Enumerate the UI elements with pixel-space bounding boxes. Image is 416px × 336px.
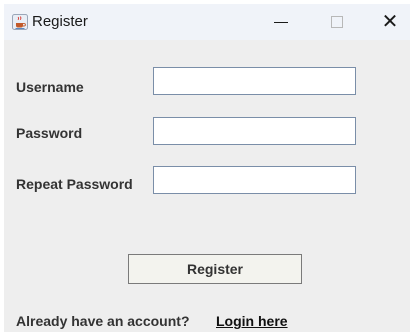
username-field[interactable] (153, 67, 356, 95)
java-coffee-cup-icon (12, 14, 28, 30)
password-label: Password (16, 125, 83, 141)
minimize-icon (274, 21, 288, 23)
minimize-button[interactable] (261, 4, 301, 40)
close-button[interactable]: ✕ (370, 4, 410, 40)
repeat-password-field[interactable] (153, 166, 356, 194)
login-link[interactable]: Login here (216, 313, 288, 329)
username-label: Username (16, 79, 84, 95)
window-title: Register (32, 13, 88, 30)
maximize-icon (331, 16, 343, 28)
register-button[interactable]: Register (128, 254, 302, 284)
register-window: Register ✕ Username Password Repeat Pass… (4, 4, 410, 332)
close-icon: ✕ (381, 11, 399, 33)
title-bar[interactable]: Register ✕ (4, 4, 410, 40)
password-field[interactable] (153, 117, 356, 145)
maximize-button[interactable] (317, 4, 357, 40)
account-prompt: Already have an account? (16, 313, 190, 329)
repeat-password-label: Repeat Password (16, 176, 133, 192)
